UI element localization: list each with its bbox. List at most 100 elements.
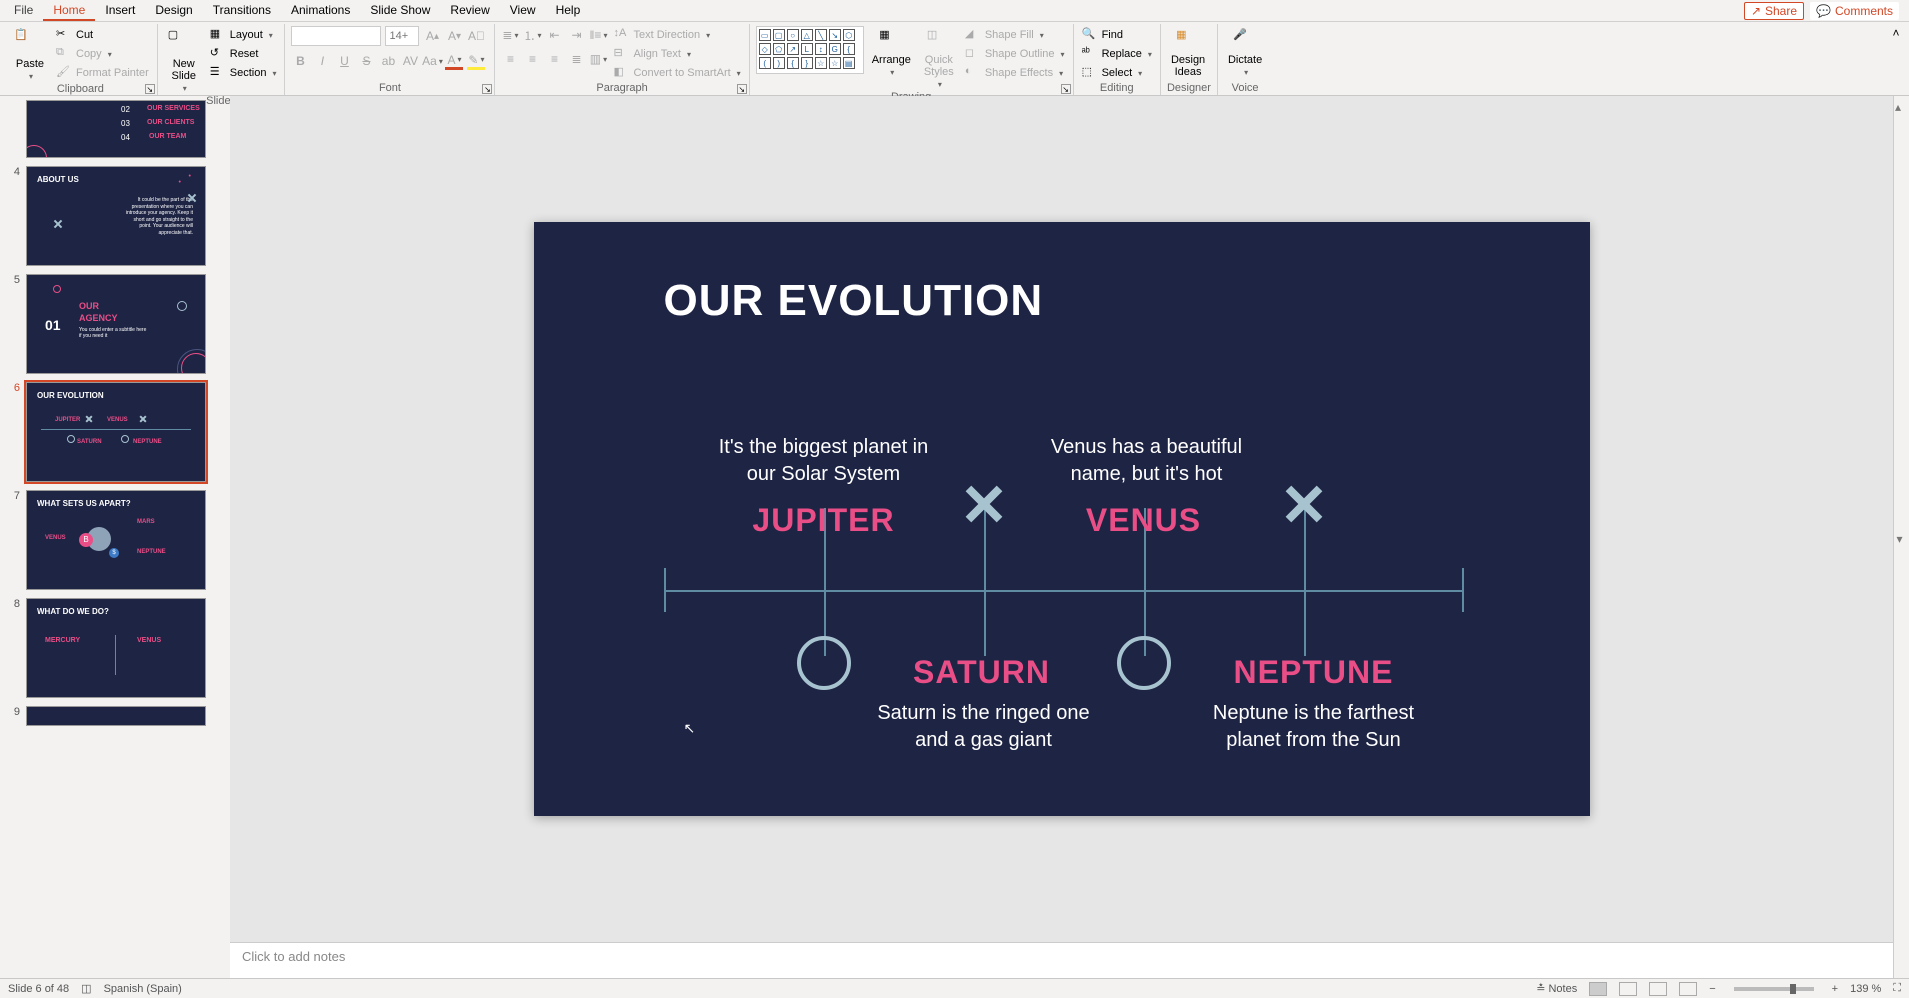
convert-smartart-button[interactable]: ◧Convert to SmartArt▾: [611, 64, 742, 82]
layout-button[interactable]: ▦Layout▾: [208, 26, 279, 44]
language-status[interactable]: Spanish (Spain): [104, 983, 182, 995]
shape-fill-button[interactable]: ◢Shape Fill▾: [963, 26, 1067, 44]
bullets-button[interactable]: ≣▾: [501, 26, 519, 44]
new-slide-button[interactable]: ▢ New Slide▾: [164, 26, 204, 95]
dialog-launcher[interactable]: ↘: [737, 84, 747, 94]
clear-formatting-button[interactable]: A⃠: [467, 27, 485, 45]
highlight-button[interactable]: ✎▾: [467, 52, 485, 70]
slide-thumbnail[interactable]: WHAT DO WE DO? MERCURY VENUS: [26, 598, 206, 698]
indent-inc-button[interactable]: ⇥: [567, 26, 585, 44]
align-center-button[interactable]: ≡: [523, 50, 541, 68]
align-left-button[interactable]: ≡: [501, 50, 519, 68]
slide-thumbnail[interactable]: ABOUT US It could be the part of the pre…: [26, 166, 206, 266]
replace-button[interactable]: ᵃᵇReplace▾: [1080, 45, 1154, 63]
select-button[interactable]: ⬚Select▾: [1080, 64, 1154, 82]
format-painter-button[interactable]: 🖌Format Painter: [54, 64, 151, 82]
zoom-slider[interactable]: [1734, 987, 1814, 991]
tab-file[interactable]: File: [4, 1, 43, 21]
slideshow-view-button[interactable]: [1679, 982, 1697, 996]
dialog-launcher[interactable]: ↘: [1061, 84, 1071, 94]
section-button[interactable]: ☰Section▾: [208, 64, 279, 82]
italic-button[interactable]: I: [313, 52, 331, 70]
case-button[interactable]: Aa▾: [423, 52, 441, 70]
columns-button[interactable]: ▥▾: [589, 50, 607, 68]
tab-design[interactable]: Design: [145, 1, 202, 21]
justify-button[interactable]: ≣: [567, 50, 585, 68]
slide-area[interactable]: OUR EVOLUTION It's the biggest planet in…: [230, 96, 1893, 942]
vertical-scrollbar[interactable]: ▴ ▾: [1893, 96, 1909, 978]
zoom-in-button[interactable]: +: [1832, 983, 1838, 995]
comments-button[interactable]: 💬Comments: [1810, 2, 1899, 20]
slide-thumbnail[interactable]: 01 OUR AGENCY You could enter a subtitle…: [26, 274, 206, 374]
slide-title[interactable]: OUR EVOLUTION: [664, 276, 1044, 326]
copy-button[interactable]: ⧉Copy▾: [54, 45, 151, 63]
font-family-select[interactable]: [291, 26, 381, 46]
tl-label[interactable]: SATURN: [892, 654, 1072, 691]
fit-to-window-button[interactable]: ⛶: [1893, 982, 1901, 995]
zoom-level[interactable]: 139 %: [1850, 983, 1881, 995]
line-spacing-button[interactable]: ‖≡▾: [589, 26, 607, 44]
indent-dec-button[interactable]: ⇤: [545, 26, 563, 44]
tl-desc[interactable]: Neptune is the farthest planet from the …: [1194, 700, 1434, 754]
th-text: OUR SERVICES: [147, 105, 200, 112]
tab-slideshow[interactable]: Slide Show: [360, 1, 440, 21]
notes-toggle[interactable]: ≛ Notes: [1536, 982, 1577, 995]
notes-pane[interactable]: Click to add notes: [230, 942, 1893, 978]
zoom-out-button[interactable]: −: [1709, 983, 1715, 995]
tab-insert[interactable]: Insert: [95, 1, 145, 21]
tl-label[interactable]: VENUS: [1054, 502, 1234, 539]
text-direction-button[interactable]: ↕AText Direction▾: [611, 26, 742, 44]
spacing-button[interactable]: AV: [401, 52, 419, 70]
slide-thumbnail[interactable]: [26, 706, 206, 726]
align-right-button[interactable]: ≡: [545, 50, 563, 68]
shape-effects-button[interactable]: ◐Shape Effects▾: [963, 64, 1067, 82]
tl-desc[interactable]: Saturn is the ringed one and a gas giant: [864, 700, 1104, 754]
sorter-view-button[interactable]: [1619, 982, 1637, 996]
arrange-button[interactable]: ▦Arrange▾: [868, 26, 915, 79]
tl-desc[interactable]: It's the biggest planet in our Solar Sys…: [704, 434, 944, 488]
shadow-button[interactable]: ab: [379, 52, 397, 70]
dialog-launcher[interactable]: ↘: [482, 84, 492, 94]
dialog-launcher[interactable]: ↘: [145, 84, 155, 94]
slide-thumbnail[interactable]: 02 OUR SERVICES 03 OUR CLIENTS 04 OUR TE…: [26, 100, 206, 158]
decrease-font-button[interactable]: A▾: [445, 27, 463, 45]
design-ideas-button[interactable]: ▦Design Ideas: [1167, 26, 1209, 80]
tab-help[interactable]: Help: [546, 1, 591, 21]
tab-animations[interactable]: Animations: [281, 1, 360, 21]
increase-font-button[interactable]: A▴: [423, 27, 441, 45]
tab-home[interactable]: Home: [43, 1, 95, 21]
normal-view-button[interactable]: [1589, 982, 1607, 996]
find-button[interactable]: 🔍Find: [1080, 26, 1154, 44]
accessibility-icon[interactable]: ◫: [81, 982, 91, 995]
quick-styles-button[interactable]: ◫Quick Styles▾: [919, 26, 959, 91]
cut-button[interactable]: ✂Cut: [54, 26, 151, 44]
slide-thumbnails-panel[interactable]: 02 OUR SERVICES 03 OUR CLIENTS 04 OUR TE…: [0, 96, 230, 978]
tl-desc[interactable]: Venus has a beautiful name, but it's hot: [1032, 434, 1262, 488]
underline-button[interactable]: U: [335, 52, 353, 70]
shape-outline-button[interactable]: ◻Shape Outline▾: [963, 45, 1067, 63]
bold-button[interactable]: B: [291, 52, 309, 70]
tl-label[interactable]: JUPITER: [734, 502, 914, 539]
slide-counter[interactable]: Slide 6 of 48: [8, 983, 69, 995]
tab-transitions[interactable]: Transitions: [203, 1, 281, 21]
tab-review[interactable]: Review: [440, 1, 499, 21]
slide-thumbnail[interactable]: WHAT SETS US APART? VENUS MARS NEPTUNE B…: [26, 490, 206, 590]
reading-view-button[interactable]: [1649, 982, 1667, 996]
align-text-button[interactable]: ⊟Align Text▾: [611, 45, 742, 63]
th-l2: AGENCY: [79, 313, 118, 323]
share-button[interactable]: ↗Share: [1744, 2, 1804, 20]
strike-button[interactable]: S: [357, 52, 375, 70]
numbering-button[interactable]: ⒈▾: [523, 26, 541, 44]
slide-canvas[interactable]: OUR EVOLUTION It's the biggest planet in…: [534, 222, 1590, 816]
th-item: SATURN: [77, 439, 102, 445]
dictate-button[interactable]: 🎤Dictate▾: [1224, 26, 1266, 79]
tl-label[interactable]: NEPTUNE: [1214, 654, 1414, 691]
tab-view[interactable]: View: [500, 1, 546, 21]
slide-thumbnail-selected[interactable]: OUR EVOLUTION JUPITER VENUS SATURN NEPTU…: [26, 382, 206, 482]
paste-button[interactable]: 📋 Paste▾: [10, 26, 50, 83]
collapse-ribbon-button[interactable]: ˄: [1887, 24, 1905, 95]
reset-button[interactable]: ↺Reset: [208, 45, 279, 63]
font-size-select[interactable]: [385, 26, 419, 46]
font-color-button[interactable]: A▾: [445, 52, 463, 70]
shapes-gallery[interactable]: ▭▢○△╲↘⬡ ◇⬠↗L↕G{ (){}☆☆▤: [756, 26, 864, 74]
